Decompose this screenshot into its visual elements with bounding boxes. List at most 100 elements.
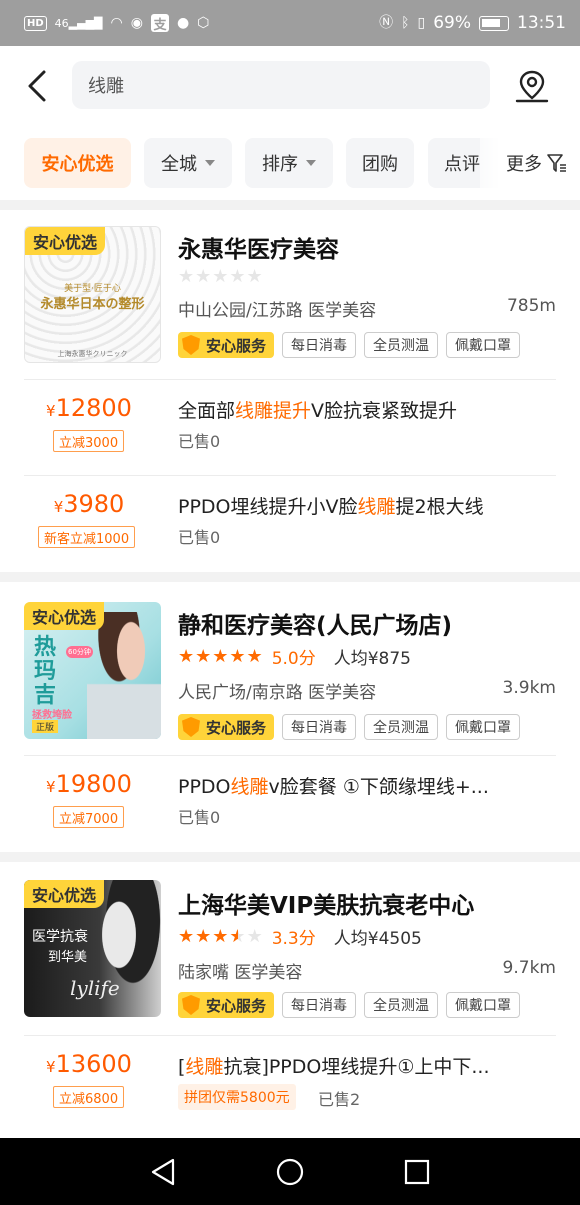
price-value: 13600 — [55, 1050, 132, 1078]
battery-percent: 69% — [433, 13, 471, 33]
signal-icon: 46▂▄▆█ — [54, 16, 103, 30]
deal-item[interactable]: ¥19800 立减7000 PPDO线雕v脸套餐 ①下颌缘埋线+... 已售0 — [24, 755, 556, 850]
title-part: 全面部 — [178, 400, 236, 422]
settings-icon: ⬡ — [197, 15, 210, 31]
wifi-icon: ◠ — [110, 15, 123, 31]
thumb-char: 吉 — [34, 683, 57, 708]
tag-label: 安心服务 — [206, 336, 267, 355]
filter-anxin[interactable]: 安心优选 — [24, 138, 131, 188]
deal-title: [线雕抗衰]PPDO埋线提升①上中下... — [178, 1052, 538, 1079]
thumb-char: 热 — [34, 635, 57, 660]
hd-indicator: HD — [24, 15, 47, 31]
deal-item[interactable]: ¥13600 立减6800 [线雕抗衰]PPDO埋线提升①上中下... 拼团仅需… — [24, 1035, 556, 1138]
rating-score: 3.3分 — [271, 929, 316, 949]
tag-mask: 佩戴口罩 — [446, 992, 521, 1018]
anxin-service-tag: 安心服务 — [178, 714, 275, 740]
price-value: 19800 — [55, 770, 132, 798]
price-value: 3980 — [63, 490, 125, 518]
half-star-icon: ★ — [229, 926, 247, 947]
thumb-text: lylife — [70, 976, 120, 1000]
deal-price: ¥13600 — [24, 1050, 154, 1078]
shop-distance: 785m — [506, 296, 556, 316]
filter-group-buy[interactable]: 团购 — [346, 138, 414, 188]
group-buy-badge: 拼团仅需5800元 — [178, 1084, 296, 1110]
shop-name[interactable]: 静和医疗美容(人民广场店) — [178, 606, 452, 640]
section-divider — [0, 852, 580, 862]
nav-back-icon[interactable] — [149, 1157, 177, 1187]
tag-mask: 佩戴口罩 — [446, 332, 521, 358]
currency-symbol: ¥ — [53, 498, 64, 516]
deal-item[interactable]: ¥3980 新客立减1000 PPDO埋线提升小V脸线雕提2根大线 已售0 — [24, 475, 556, 570]
rating-stars: ★★★★★ — [178, 266, 264, 287]
title-part: 提2根大线 — [395, 496, 484, 518]
nav-recents-icon[interactable] — [403, 1158, 431, 1186]
tag-temperature: 全员测温 — [364, 992, 439, 1018]
star-icon: ★★★ — [178, 926, 230, 947]
thumb-text: 到华美 — [48, 950, 88, 965]
tag-temperature: 全员测温 — [364, 332, 439, 358]
tag-mask: 佩戴口罩 — [446, 714, 521, 740]
top-bar: 线雕 — [0, 46, 580, 130]
system-nav-bar — [0, 1138, 580, 1205]
star-icon: ★★★★★ — [178, 646, 264, 667]
caret-down-icon — [205, 160, 215, 166]
anxin-badge: 安心优选 — [24, 602, 105, 630]
filter-sort[interactable]: 排序 — [245, 138, 333, 188]
sold-count: 已售2 — [318, 1090, 361, 1109]
shop-card[interactable]: 安心优选 医学抗衰 到华美 lylife 上海华美VIP美肤抗衰老中心 ★★★ ★… — [0, 862, 580, 1138]
rating-stars: ★★★★★ 5.0分 人均¥875 — [178, 644, 411, 669]
service-tags: 安心服务 每日消毒 全员测温 佩戴口罩 — [178, 714, 521, 740]
alipay-icon: 支 — [150, 14, 169, 33]
shop-card[interactable]: 安心优选 美于型·匠于心 永惠华日本の整形 上海永惠华クリニック 永惠华医疗美容… — [0, 210, 580, 570]
filter-funnel-icon — [547, 154, 566, 172]
deal-price: ¥19800 — [24, 770, 154, 798]
filter-city-label: 全城 — [161, 154, 197, 175]
thumb-text: 热玛吉 — [34, 636, 56, 708]
nav-home-icon[interactable] — [275, 1157, 305, 1187]
title-part: 抗衰]PPDO埋线提升①上中下... — [223, 1056, 490, 1078]
shop-name[interactable]: 永惠华医疗美容 — [178, 230, 339, 264]
shop-distance: 3.9km — [502, 678, 556, 698]
rating-stars: ★★★ ★ ★ 3.3分 人均¥4505 — [178, 924, 422, 949]
search-input-value: 线雕 — [88, 76, 124, 97]
thumb-badge: 60分钟 — [66, 646, 93, 658]
discount-badge: 立减6800 — [53, 1086, 125, 1108]
deal-title: PPDO线雕v脸套餐 ①下颌缘埋线+... — [178, 772, 538, 799]
filter-anxin-label: 安心优选 — [41, 154, 114, 175]
signal-label: 46 — [54, 16, 69, 30]
filter-city[interactable]: 全城 — [144, 138, 232, 188]
average-price: 人均¥4505 — [333, 929, 422, 949]
thumb-text: 上海永惠华クリニック — [57, 350, 128, 358]
title-part: V脸抗衰紧致提升 — [311, 400, 458, 422]
location-pin-icon[interactable] — [514, 68, 550, 104]
shop-thumbnail: 安心优选 医学抗衰 到华美 lylife — [24, 880, 161, 1017]
thumb-text: 医学抗衰 — [32, 929, 88, 945]
more-filters-label: 更多 — [506, 154, 542, 175]
currency-symbol: ¥ — [46, 402, 56, 420]
service-tags: 安心服务 每日消毒 全员测温 佩戴口罩 — [178, 332, 521, 358]
anxin-service-tag: 安心服务 — [178, 332, 275, 358]
filter-review-label: 点评 — [444, 154, 480, 175]
title-highlight: 线雕提升 — [235, 400, 312, 422]
back-arrow-icon[interactable] — [24, 68, 54, 104]
thumb-text: 永惠华日本の整形 — [40, 297, 145, 312]
filter-group-buy-label: 团购 — [362, 154, 398, 175]
deal-title: 全面部线雕提升V脸抗衰紧致提升 — [178, 396, 538, 423]
title-highlight: 线雕 — [357, 496, 396, 518]
shop-name[interactable]: 上海华美VIP美肤抗衰老中心 — [178, 886, 474, 920]
eye-icon: ◉ — [130, 15, 143, 31]
anxin-service-tag: 安心服务 — [178, 992, 275, 1018]
chat-icon: ● — [176, 15, 190, 31]
search-input[interactable]: 线雕 — [72, 61, 490, 109]
shop-location: 陆家嘴 医学美容 — [178, 963, 303, 983]
shop-thumbnail: 安心优选 热玛吉 60分钟 拯救垮脸 正版 — [24, 602, 161, 739]
more-filters-button[interactable]: 更多 — [480, 138, 580, 188]
shield-icon — [182, 995, 200, 1015]
status-bar: HD 46▂▄▆█ ◠ ◉ 支 ● ⬡ Ⓝ ᛒ ▯ 69% 13:51 — [0, 0, 580, 46]
star-icon: ★★★★★ — [178, 266, 264, 287]
title-part: v脸套餐 ①下颌缘埋线+... — [268, 776, 489, 798]
deal-item[interactable]: ¥12800 立减3000 全面部线雕提升V脸抗衰紧致提升 已售0 — [24, 379, 556, 475]
deal-title: PPDO埋线提升小V脸线雕提2根大线 — [178, 492, 538, 519]
shop-card[interactable]: 安心优选 热玛吉 60分钟 拯救垮脸 正版 静和医疗美容(人民广场店) ★★★★… — [0, 582, 580, 850]
thumb-text: 正版 — [32, 720, 59, 733]
